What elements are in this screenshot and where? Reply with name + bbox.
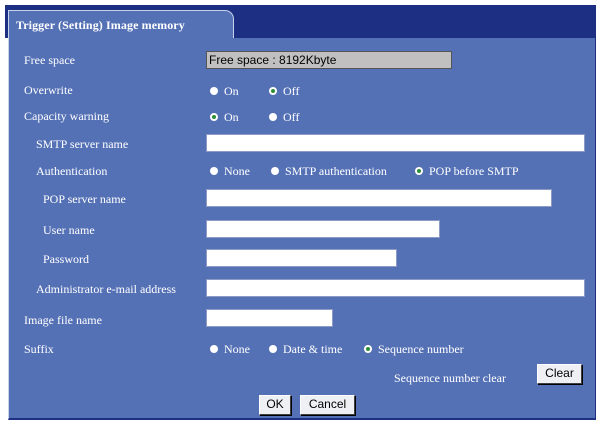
auth-pop-radio[interactable]: POP before SMTP (415, 164, 519, 178)
tab-title: Trigger (Setting) Image memory (16, 18, 185, 32)
authentication-label: Authentication (36, 164, 108, 178)
free-space-label: Free space (24, 53, 75, 67)
overwrite-off-radio[interactable]: Off (269, 84, 299, 98)
tab-trigger-image-memory: Trigger (Setting) Image memory (8, 10, 234, 39)
capacity-warning-label: Capacity warning (24, 109, 109, 123)
ok-button[interactable]: OK (259, 395, 291, 415)
radio-dot (210, 113, 218, 121)
password-input[interactable] (206, 249, 397, 267)
radio-dot (271, 167, 279, 175)
image-file-name-label: Image file name (24, 313, 102, 327)
cancel-button[interactable]: Cancel (300, 395, 355, 415)
suffix-sequence-radio[interactable]: Sequence number (364, 342, 464, 356)
radio-label: None (224, 163, 250, 178)
radio-label: None (224, 341, 250, 356)
auth-smtp-radio[interactable]: SMTP authentication (271, 164, 387, 178)
suffix-label: Suffix (24, 342, 54, 356)
admin-email-input[interactable] (206, 279, 585, 297)
overwrite-on-radio[interactable]: On (210, 84, 239, 98)
radio-label: Sequence number (378, 341, 464, 356)
radio-dot (364, 345, 372, 353)
radio-dot (210, 167, 218, 175)
free-space-display: Free space : 8192Kbyte (206, 51, 452, 69)
image-file-name-input[interactable] (206, 309, 333, 327)
sequence-clear-label: Sequence number clear (394, 371, 506, 385)
radio-label: SMTP authentication (285, 163, 387, 178)
radio-dot (269, 87, 277, 95)
overwrite-label: Overwrite (24, 83, 73, 97)
radio-label: On (224, 109, 239, 124)
radio-label: On (224, 83, 239, 98)
password-label: Password (43, 252, 90, 266)
suffix-none-radio[interactable]: None (210, 342, 250, 356)
radio-label: Off (283, 83, 300, 98)
capacity-warning-off-radio[interactable]: Off (269, 110, 299, 124)
radio-label: Date & time (283, 341, 343, 356)
radio-dot (269, 345, 277, 353)
user-name-input[interactable] (206, 220, 440, 238)
radio-label: POP before SMTP (429, 163, 519, 178)
auth-none-radio[interactable]: None (210, 164, 250, 178)
radio-dot (415, 167, 423, 175)
radio-dot (269, 113, 277, 121)
admin-email-label: Administrator e-mail address (36, 282, 176, 296)
clear-button[interactable]: Clear (537, 364, 582, 384)
capacity-warning-on-radio[interactable]: On (210, 110, 239, 124)
smtp-server-name-label: SMTP server name (36, 137, 129, 151)
pop-server-name-label: POP server name (43, 192, 126, 206)
radio-dot (210, 345, 218, 353)
pop-server-name-input[interactable] (206, 189, 552, 207)
suffix-date-time-radio[interactable]: Date & time (269, 342, 342, 356)
smtp-server-name-input[interactable] (206, 134, 585, 152)
radio-label: Off (283, 109, 300, 124)
radio-dot (210, 87, 218, 95)
user-name-label: User name (43, 223, 95, 237)
